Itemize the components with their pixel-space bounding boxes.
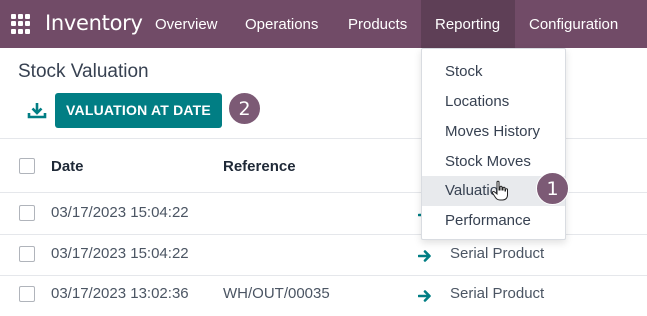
download-icon xyxy=(27,103,47,119)
row-product[interactable]: Serial Product xyxy=(450,285,544,302)
arrow-right-icon xyxy=(418,250,431,262)
select-all-checkbox[interactable] xyxy=(19,158,35,174)
row-checkbox[interactable] xyxy=(19,286,35,302)
nav-reporting[interactable]: Reporting xyxy=(435,16,500,33)
menu-item-moves-history[interactable]: Moves History xyxy=(422,117,565,147)
column-header-reference[interactable]: Reference xyxy=(223,158,296,175)
row-date[interactable]: 03/17/2023 15:04:22 xyxy=(51,204,189,221)
nav-overview[interactable]: Overview xyxy=(155,16,218,33)
nav-products[interactable]: Products xyxy=(348,16,407,33)
download-button[interactable] xyxy=(24,99,50,125)
apps-grid-icon[interactable] xyxy=(11,14,31,34)
row-date[interactable]: 03/17/2023 13:02:36 xyxy=(51,285,189,302)
row-date[interactable]: 03/17/2023 15:04:22 xyxy=(51,245,189,262)
row-product[interactable]: Serial Product xyxy=(450,245,544,262)
row-checkbox[interactable] xyxy=(19,246,35,262)
row-checkbox[interactable] xyxy=(19,205,35,221)
top-navbar: Inventory Overview Operations Products R… xyxy=(0,0,647,48)
reporting-dropdown-menu: Stock Locations Moves History Stock Move… xyxy=(421,48,566,240)
valuation-at-date-button[interactable]: VALUATION AT DATE xyxy=(55,93,222,128)
row-separator xyxy=(0,275,647,276)
menu-item-stock[interactable]: Stock xyxy=(422,57,565,87)
nav-configuration[interactable]: Configuration xyxy=(529,16,618,33)
hand-cursor-icon xyxy=(491,180,508,201)
page-title: Stock Valuation xyxy=(18,61,149,82)
arrow-right-icon xyxy=(418,290,431,302)
step-badge-1: 1 xyxy=(536,172,569,205)
row-reference[interactable]: WH/OUT/00035 xyxy=(223,285,330,302)
menu-item-stock-moves[interactable]: Stock Moves xyxy=(422,147,565,177)
nav-operations[interactable]: Operations xyxy=(245,16,318,33)
menu-item-performance[interactable]: Performance xyxy=(422,206,565,236)
app-title[interactable]: Inventory xyxy=(45,11,143,35)
step-badge-2: 2 xyxy=(228,92,261,125)
menu-item-locations[interactable]: Locations xyxy=(422,87,565,117)
column-header-date[interactable]: Date xyxy=(51,158,84,175)
